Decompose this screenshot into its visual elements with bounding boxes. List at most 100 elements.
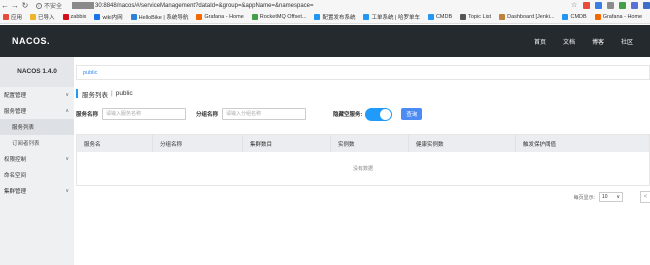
redacted-host [72,2,95,9]
bookmark-icon [562,14,569,20]
extension-icon[interactable] [595,2,602,9]
nav-docs[interactable]: 文档 [563,37,575,46]
bookmark-icon [460,14,467,20]
sidebar-item[interactable]: 服务管理 ∧ [0,103,74,119]
prev-page-button[interactable]: < [640,191,650,203]
nav-home[interactable]: 首页 [534,37,546,46]
bookmark-label: Grafana - Home [602,14,643,20]
namespace-bar: public [76,65,650,80]
security-label: 不安全 [44,4,63,10]
extension-icon[interactable] [583,2,590,9]
column-header[interactable]: 服务名 [77,135,153,152]
bookmark-label: CMDB [435,14,453,20]
hide-empty-label: 隐藏空服务: [333,112,363,118]
bookmark-item[interactable]: zabbix [62,14,87,20]
group-name-input[interactable] [222,108,307,120]
bookmark-item[interactable]: Topic List [460,14,491,20]
chevron-down-icon: ∨ [65,188,69,194]
sidebar-item-label: 权限控制 [4,157,27,163]
chevron-up-icon: ∧ [65,108,69,114]
bookmark-label: CMDB [570,14,587,20]
namespace-tab-public[interactable]: public [83,70,97,76]
browser-address-bar: ← → ↻ i 不安全 30:8848/nacos/#/serviceManag… [0,0,650,11]
bookmark-icon [594,14,601,20]
pagination: 每页显示: 10 ∨ < [574,191,650,203]
reload-icon[interactable]: ↻ [20,0,30,11]
bookmark-item[interactable]: 配置发布系统 [314,13,355,21]
page-size-label: 每页显示: [573,194,595,201]
extension-icon[interactable] [643,2,650,9]
version-title: NACOS 1.4.0 [0,57,74,87]
nacos-logo[interactable]: NACOS. [12,36,50,46]
service-table: 服务名 分组名称 集群数目 实例数 健康实例数 触发保护阈值 没有数据 [76,134,650,186]
back-icon[interactable]: ← [0,0,10,11]
column-header[interactable]: 分组名称 [153,135,243,152]
bookmark-item[interactable]: wiki内网 [94,13,123,21]
bookmark-label: Topic List [468,14,492,20]
bookmark-item[interactable]: Grafana - Home [196,14,244,20]
top-nav: 首页 文档 博客 社区 [534,37,650,46]
bookmark-icon [130,14,137,20]
sidebar-item[interactable]: 命名空间 [0,167,74,183]
bookmark-item[interactable]: RocketMQ Offset... [251,14,307,20]
sidebar-item[interactable]: 配置管理 ∨ [0,87,74,103]
sidebar-item-label: 服务管理 [4,109,27,115]
nav-blog[interactable]: 博客 [592,37,604,46]
sidebar-item-label: 服务列表 [12,125,35,131]
bookmark-item[interactable]: HelloBike | 系统导航 [130,13,189,21]
bookmark-item[interactable]: 已导入 [30,13,55,21]
extension-icon[interactable] [607,2,614,9]
page-title-namespace: public [115,90,133,97]
sidebar-item[interactable]: 服务列表 [0,119,74,135]
sidebar-item[interactable]: 集群管理 ∨ [0,183,74,199]
star-icon[interactable]: ☆ [571,2,578,9]
forward-icon[interactable]: → [10,0,20,11]
hide-empty-toggle[interactable] [365,107,393,121]
filter-bar: 服务名称 分组名称 隐藏空服务: 查询 [76,107,423,121]
bookmark-icon [3,14,9,20]
bookmark-label: Grafana - Home [204,14,244,20]
bookmark-label: 配置发布系统 [322,15,356,21]
column-header[interactable]: 触发保护阈值 [516,135,649,152]
column-header[interactable]: 实例数 [331,135,409,152]
page-size-select[interactable]: 10 ∨ [599,192,623,202]
bookmark-icon [62,14,69,20]
bookmark-item[interactable]: Dashboard [Jenki... [499,14,554,20]
bookmark-icon [30,14,37,20]
service-name-label: 服务名称 [76,112,99,118]
query-button[interactable]: 查询 [401,108,423,120]
extension-icon[interactable] [631,2,638,9]
page-title: 服务列表 | public [76,89,133,99]
bookmark-label: wiki内网 [102,15,123,21]
column-header[interactable]: 集群数目 [243,135,331,152]
bookmark-item[interactable]: 应用 [3,13,22,21]
bookmark-item[interactable]: CMDB [427,14,453,20]
table-header: 服务名 分组名称 集群数目 实例数 健康实例数 触发保护阈值 [77,135,649,152]
bookmark-label: zabbix [70,14,87,20]
service-name-input[interactable] [102,108,187,120]
title-separator: | [111,90,113,97]
bookmark-item[interactable]: CMDB [562,14,587,20]
page-size-value: 10 [602,194,608,200]
sidebar-item[interactable]: 订阅者列表 [0,135,74,151]
bookmark-icon [427,14,434,20]
bookmark-label: RocketMQ Offset... [259,14,307,20]
sidebar-item[interactable]: 权限控制 ∨ [0,151,74,167]
extension-icons: ☆ [571,2,650,9]
column-header[interactable]: 健康实例数 [409,135,516,152]
sidebar-item-label: 集群管理 [4,189,27,195]
url-text[interactable]: 30:8848/nacos/#/serviceManagement?dataId… [95,3,313,9]
bookmark-icon [196,14,203,20]
security-indicator[interactable]: i 不安全 [36,1,62,10]
app-header: NACOS. 首页 文档 博客 社区 [0,25,650,57]
bookmark-icon [363,14,370,20]
bookmark-item[interactable]: Grafana - Home [594,14,643,20]
chevron-down-icon: ∨ [616,194,620,200]
nav-community[interactable]: 社区 [621,37,633,46]
bookmark-item[interactable]: 工单系统 | 哈罗单车 [363,13,420,21]
bookmark-label: HelloBike | 系统导航 [138,15,189,21]
chevron-down-icon: ∨ [65,156,69,162]
bookmark-icon [314,14,321,20]
table-empty-state: 没有数据 [352,166,373,172]
extension-icon[interactable] [619,2,626,9]
